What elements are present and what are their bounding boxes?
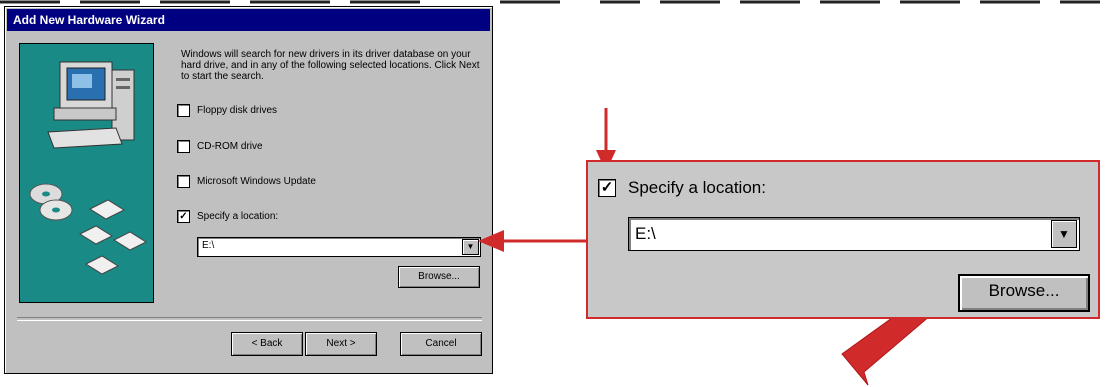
cdrom-option[interactable]: CD-ROM drive bbox=[177, 138, 263, 154]
dropdown-arrow-icon[interactable]: ▼ bbox=[462, 239, 479, 255]
zoom-location-combobox[interactable]: E:\ ▼ bbox=[628, 217, 1080, 251]
floppy-option[interactable]: Floppy disk drives bbox=[177, 102, 277, 118]
dialog-title: Add New Hardware Wizard bbox=[7, 9, 490, 31]
location-value: E:\ bbox=[202, 240, 215, 251]
computer-icon bbox=[47, 61, 135, 149]
specify-location-label: Specify a location: bbox=[197, 210, 279, 222]
cancel-button[interactable]: Cancel bbox=[400, 332, 482, 356]
location-combobox[interactable]: E:\ ▼ bbox=[197, 237, 481, 257]
zoom-specify-location-checkbox[interactable]: ✓ bbox=[598, 179, 616, 197]
dropdown-arrow-icon[interactable]: ▼ bbox=[1051, 220, 1077, 248]
zoom-browse-button[interactable]: Browse... bbox=[958, 274, 1090, 312]
zoomed-location-panel: ✓ Specify a location: E:\ ▼ Browse... bbox=[586, 160, 1100, 319]
cdrom-label: CD-ROM drive bbox=[197, 140, 263, 152]
add-new-hardware-wizard-dialog: Add New Hardware Wizard Windows will sea… bbox=[4, 6, 493, 374]
browse-button[interactable]: Browse... bbox=[398, 266, 480, 288]
wizard-intro-text: Windows will search for new drivers in i… bbox=[181, 49, 480, 82]
floppy-disk-icon bbox=[78, 199, 148, 275]
windows-update-checkbox[interactable] bbox=[177, 174, 190, 188]
cdrom-checkbox[interactable] bbox=[177, 139, 190, 153]
zoom-specify-location-option[interactable]: ✓ Specify a location: bbox=[598, 178, 766, 198]
zoom-specify-location-label: Specify a location: bbox=[628, 178, 766, 197]
checkmark-icon: ✓ bbox=[179, 210, 188, 222]
checkmark-icon: ✓ bbox=[600, 179, 614, 196]
windows-update-label: Microsoft Windows Update bbox=[197, 175, 316, 187]
floppy-checkbox[interactable] bbox=[177, 103, 190, 117]
next-button[interactable]: Next > bbox=[305, 332, 377, 356]
zoom-location-value: E:\ bbox=[635, 224, 656, 243]
floppy-label: Floppy disk drives bbox=[197, 104, 278, 116]
dialog-separator bbox=[17, 317, 482, 321]
specify-location-checkbox[interactable]: ✓ bbox=[177, 209, 190, 223]
cd-disc-icon bbox=[29, 183, 73, 221]
windows-update-option[interactable]: Microsoft Windows Update bbox=[177, 173, 316, 189]
specify-location-option[interactable]: ✓ Specify a location: bbox=[177, 208, 278, 224]
back-button[interactable]: < Back bbox=[231, 332, 303, 356]
wizard-illustration bbox=[19, 43, 154, 303]
